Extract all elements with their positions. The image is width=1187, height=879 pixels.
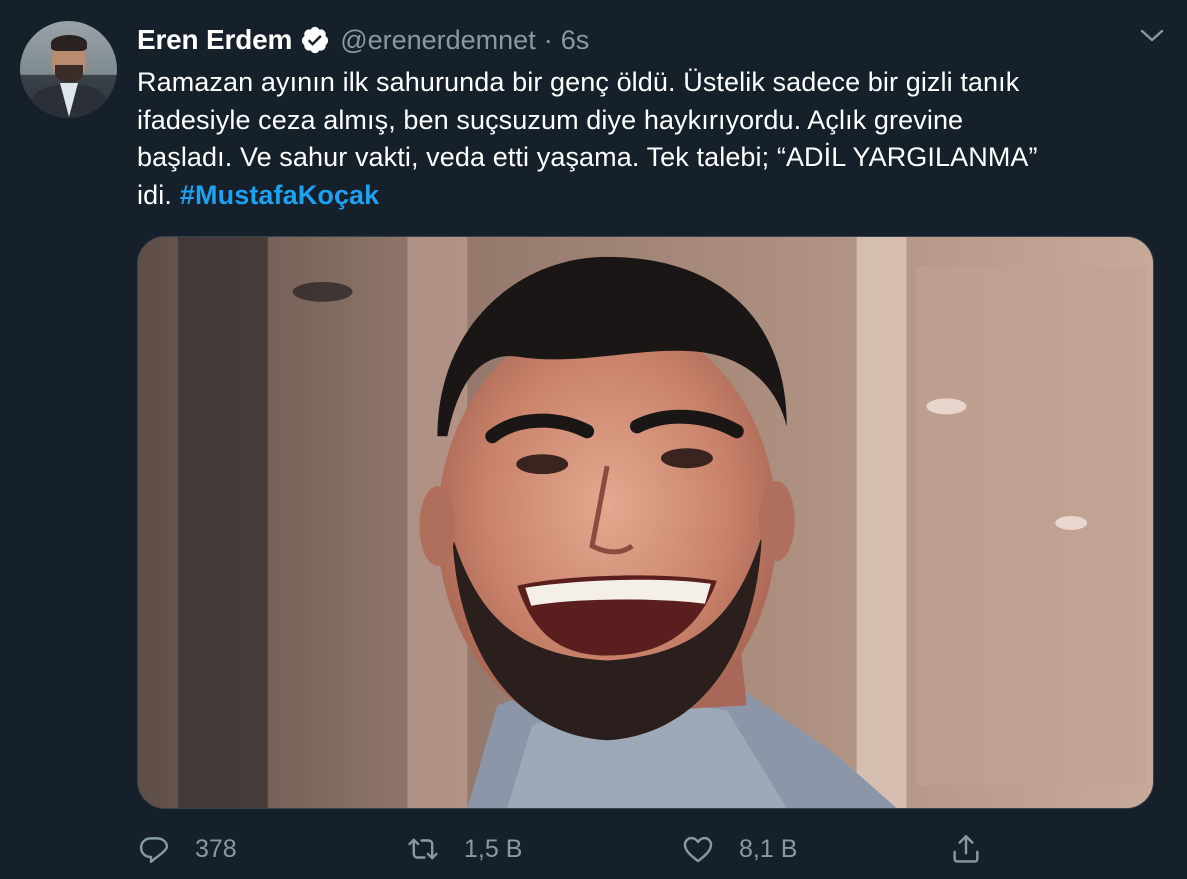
heart-icon [683,836,713,863]
tweet-text-line: ifadesiyle ceza almış, ben suçsuzum diye… [137,104,964,135]
retweet-icon [408,838,438,860]
tweet-text: Ramazan ayının ilk sahurunda bir genç öl… [137,64,1147,214]
reply-count: 378 [195,834,237,863]
photo-illustration [138,237,1153,808]
like-count: 8,1 B [739,834,798,863]
tweet-time[interactable]: 6s [561,25,590,56]
separator-dot: · [543,24,553,55]
author-handle[interactable]: @erenerdemnet [340,25,536,56]
tweet[interactable]: Eren Erdem @erenerdemnet · 6s Ramazan ay… [0,0,1187,879]
share-button[interactable] [949,827,983,871]
tweet-text-line-last: idi. #MustafaKoçak [137,177,1147,215]
tweet-photo[interactable] [137,236,1154,809]
author-name[interactable]: Eren Erdem [137,24,292,56]
like-button[interactable]: 8,1 B [681,827,797,871]
verified-badge-icon [300,25,330,55]
hashtag-link[interactable]: #MustafaKoçak [180,180,379,210]
tweet-text-line: başladı. Ve sahur vakti, veda etti yaşam… [137,142,1038,172]
tweet-text-line: Ramazan ayının ilk sahurunda bir genç öl… [137,67,1020,97]
avatar[interactable] [20,21,117,118]
tweet-text-fragment: idi. [137,179,172,210]
tweet-actions: 378 1,5 B 8,1 B [137,827,1154,871]
reply-icon [139,837,169,863]
retweet-button[interactable]: 1,5 B [406,827,522,871]
retweet-count: 1,5 B [464,834,523,863]
reply-button[interactable]: 378 [137,827,237,871]
chevron-down-icon[interactable] [1139,26,1165,46]
share-icon [953,835,979,863]
tweet-header: Eren Erdem @erenerdemnet · 6s [137,22,589,58]
